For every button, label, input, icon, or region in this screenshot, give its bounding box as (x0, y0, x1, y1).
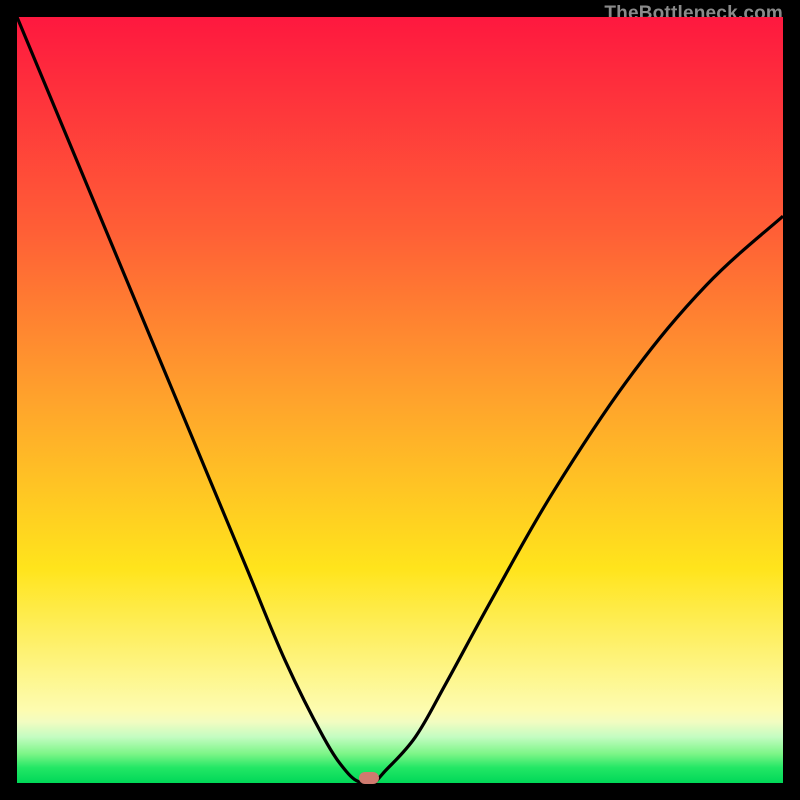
bottleneck-curve (17, 17, 783, 783)
optimum-marker (359, 772, 379, 784)
curve-path (17, 17, 783, 783)
chart-frame: TheBottleneck.com (17, 17, 783, 783)
